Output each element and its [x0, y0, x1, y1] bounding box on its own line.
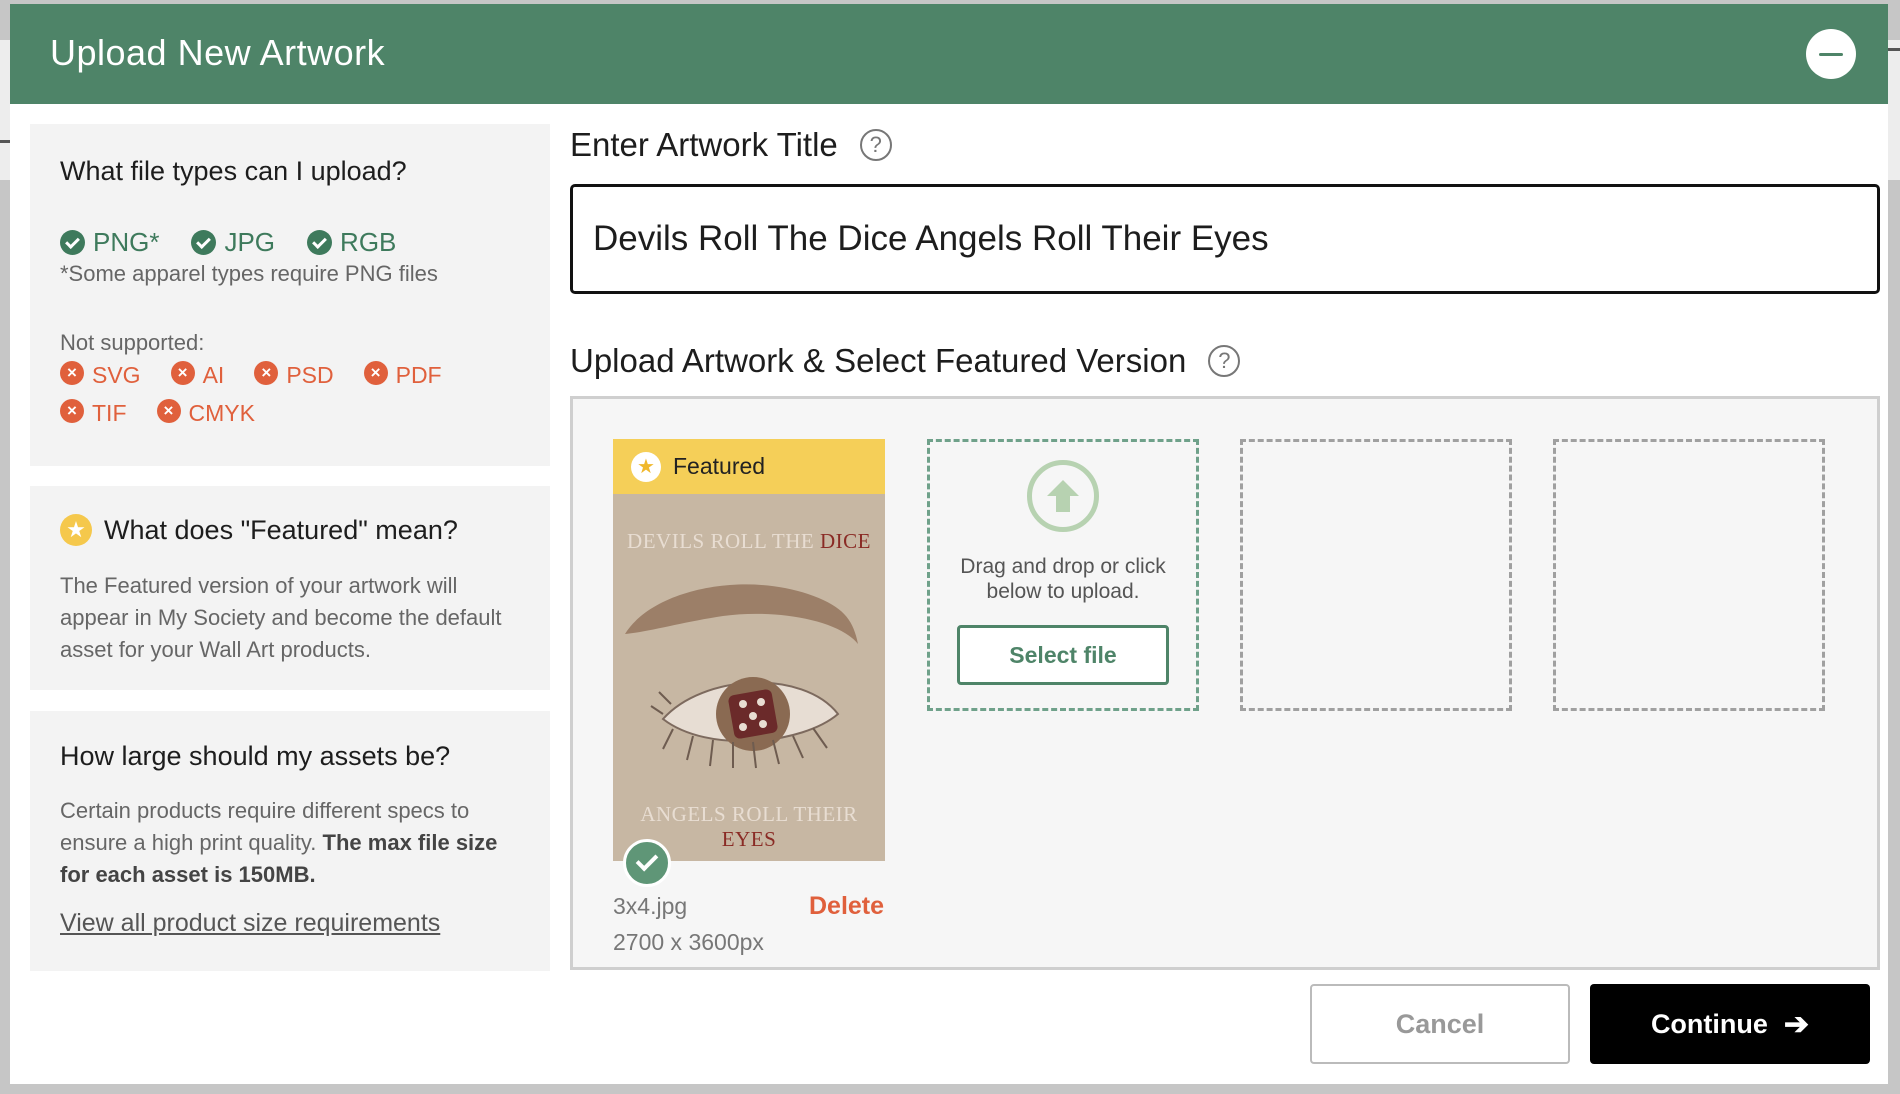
arrow-right-icon: ➔	[1783, 1007, 1810, 1041]
file-dimensions: 2700 x 3600px	[613, 929, 764, 955]
size-info-heading: How large should my assets be?	[60, 741, 451, 771]
minus-icon	[1819, 52, 1843, 56]
x-circle-icon: ×	[60, 360, 84, 385]
title-label: Enter Artwork Title ?	[570, 126, 892, 164]
file-types-heading: What file types can I upload?	[60, 156, 407, 186]
continue-button[interactable]: Continue ➔	[1590, 984, 1870, 1064]
supported-type: JPG	[191, 227, 275, 258]
check-circle-icon	[60, 230, 85, 255]
x-circle-icon: ×	[60, 398, 84, 423]
unsupported-types-list: × TIF × CMYK	[60, 398, 500, 427]
check-circle-icon	[307, 230, 333, 255]
featured-banner: ★ Featured	[613, 439, 885, 494]
upload-dropzone[interactable]: Drag and drop or click below to upload. …	[927, 439, 1199, 711]
supported-type: RGB	[307, 227, 396, 258]
background-page-left	[0, 40, 10, 180]
upload-label: Upload Artwork & Select Featured Version…	[570, 342, 1241, 380]
empty-upload-slot[interactable]	[1240, 439, 1512, 711]
size-info-panel: How large should my assets be? Certain p…	[30, 711, 550, 971]
artwork-thumbnail: DEVILS ROLL THE DICE ANGELS ROLL THEIR E…	[613, 494, 885, 861]
eye-illustration	[625, 584, 858, 769]
not-supported-label: Not supported:	[60, 330, 205, 355]
upload-artwork-modal: Upload New Artwork What file types can I…	[10, 4, 1888, 1084]
supported-types-list: PNG* JPG RGB	[60, 227, 396, 258]
empty-upload-slot[interactable]	[1553, 439, 1825, 711]
x-circle-icon: ×	[363, 360, 388, 385]
background-divider	[0, 140, 10, 143]
featured-info-heading: What does "Featured" mean?	[104, 514, 458, 545]
upload-arrow-icon	[1027, 460, 1099, 532]
unsupported-types-list: × SVG × AI × PSD × PDF	[60, 360, 500, 389]
dropzone-instructions: Drag and drop or click below to upload.	[960, 555, 1166, 603]
size-requirements-link[interactable]: View all product size requirements	[60, 909, 440, 938]
help-icon[interactable]: ?	[1208, 345, 1241, 377]
selected-check-icon[interactable]	[623, 839, 671, 887]
x-circle-icon: ×	[156, 398, 181, 423]
featured-info-panel: ★ What does "Featured" mean? The Feature…	[30, 486, 550, 690]
supported-type: PNG*	[60, 227, 159, 258]
unsupported-type: × TIF	[60, 398, 127, 427]
file-types-panel: What file types can I upload? PNG* JPG R…	[30, 124, 550, 466]
unsupported-type: × PSD	[254, 360, 334, 389]
x-circle-icon: ×	[254, 360, 279, 385]
png-note: *Some apparel types require PNG files	[60, 261, 438, 286]
artwork-top-text: DEVILS ROLL THE DICE	[627, 529, 871, 553]
minimize-button[interactable]	[1806, 29, 1856, 79]
featured-artwork-card[interactable]: ★ Featured DEVILS ROLL THE DICE ANGELS R…	[613, 439, 885, 887]
size-info-body: Certain products require different specs…	[60, 798, 498, 887]
upload-arrow-glyph	[1047, 480, 1079, 512]
star-icon: ★	[631, 451, 661, 482]
background-page-right	[1888, 40, 1900, 180]
background-divider	[1888, 48, 1900, 51]
artwork-title-input[interactable]	[570, 184, 1880, 294]
x-circle-icon: ×	[170, 360, 195, 385]
modal-header: Upload New Artwork	[10, 4, 1888, 104]
modal-title: Upload New Artwork	[50, 32, 386, 73]
delete-button[interactable]: Delete	[809, 892, 884, 921]
unsupported-type: × SVG	[60, 360, 141, 389]
cancel-button[interactable]: Cancel	[1310, 984, 1570, 1064]
star-icon: ★	[60, 514, 92, 546]
help-icon[interactable]: ?	[859, 129, 892, 161]
unsupported-type: × PDF	[363, 360, 442, 389]
upload-area: ★ Featured DEVILS ROLL THE DICE ANGELS R…	[570, 396, 1880, 970]
select-file-button[interactable]: Select file	[957, 625, 1169, 685]
featured-info-header: ★ What does "Featured" mean?	[60, 514, 458, 546]
featured-info-body: The Featured version of your artwork wil…	[60, 573, 502, 662]
unsupported-type: × AI	[170, 360, 224, 389]
unsupported-type: × CMYK	[156, 398, 255, 427]
check-circle-icon	[191, 230, 217, 255]
file-name: 3x4.jpg	[613, 893, 688, 919]
